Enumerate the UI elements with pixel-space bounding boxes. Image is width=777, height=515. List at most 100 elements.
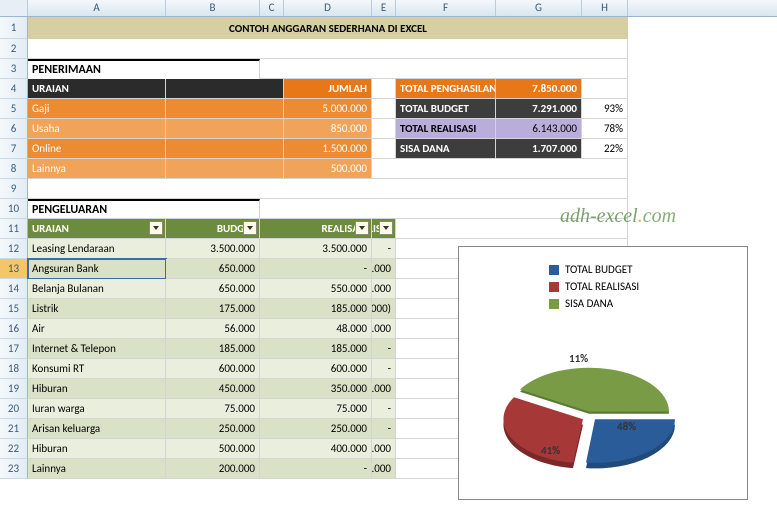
table-row-budget[interactable]: 185.000 (166, 339, 260, 359)
total-realisasi-value[interactable]: 6.143.000 (496, 119, 582, 139)
row-18[interactable]: 18 (0, 359, 28, 379)
row-6[interactable]: 6 (0, 119, 28, 139)
row-1[interactable]: 1 (0, 17, 28, 39)
table-row-selisih[interactable]: - (372, 359, 396, 379)
table-row-budget[interactable]: 75.000 (166, 399, 260, 419)
table-row-uraian[interactable]: Hiburan (28, 379, 166, 399)
table-row-selisih[interactable]: 100.000 (372, 379, 396, 399)
gaji-label[interactable]: Gaji (28, 99, 166, 119)
table-row-uraian[interactable]: Konsumi RT (28, 359, 166, 379)
table-row-realisasi[interactable]: 600.000 (260, 359, 372, 379)
row-23[interactable]: 23 (0, 459, 28, 479)
row-15[interactable]: 15 (0, 299, 28, 319)
row-8[interactable]: 8 (0, 159, 28, 179)
row-10[interactable]: 10 (0, 199, 28, 219)
col-E[interactable]: E (372, 0, 396, 16)
table-row-selisih[interactable]: 8.000 (372, 319, 396, 339)
table-row-realisasi[interactable]: 400.000 (260, 439, 372, 459)
col-G[interactable]: G (496, 0, 582, 16)
table-row-selisih[interactable]: - (372, 339, 396, 359)
table-row-uraian[interactable]: Arisan keluarga (28, 419, 166, 439)
table-row-budget[interactable]: 600.000 (166, 359, 260, 379)
lainnya-label[interactable]: Lainnya (28, 159, 166, 179)
total-penghasilan-label[interactable]: TOTAL PENGHASILAN (396, 79, 496, 99)
row-22[interactable]: 22 (0, 439, 28, 459)
table-row-budget[interactable]: 450.000 (166, 379, 260, 399)
table-row-uraian[interactable]: Internet & Telepon (28, 339, 166, 359)
total-realisasi-label[interactable]: TOTAL REALISASI (396, 119, 496, 139)
row-2[interactable]: 2 (0, 39, 28, 59)
table-row-budget[interactable]: 650.000 (166, 279, 260, 299)
table-row-selisih[interactable]: 200.000 (372, 459, 396, 479)
row-3[interactable]: 3 (0, 59, 28, 79)
table-row-realisasi[interactable]: 48.000 (260, 319, 372, 339)
table-row-uraian[interactable]: Belanja Bulanan (28, 279, 166, 299)
total-budget-label[interactable]: TOTAL BUDGET (396, 99, 496, 119)
row-5[interactable]: 5 (0, 99, 28, 119)
table-row-realisasi[interactable]: 185.000 (260, 299, 372, 319)
row-21[interactable]: 21 (0, 419, 28, 439)
filter-icon[interactable] (149, 221, 163, 235)
row-9[interactable]: 9 (0, 179, 28, 199)
filter-icon[interactable] (243, 221, 257, 235)
col-C[interactable]: C (260, 0, 284, 16)
table-row-realisasi[interactable]: 185.000 (260, 339, 372, 359)
online-label[interactable]: Online (28, 139, 166, 159)
row-14[interactable]: 14 (0, 279, 28, 299)
filter-icon[interactable] (379, 221, 393, 235)
pengeluaran-heading[interactable]: PENGELUARAN (28, 199, 260, 219)
row-4[interactable]: 4 (0, 79, 28, 99)
row-19[interactable]: 19 (0, 379, 28, 399)
sisa-dana-label[interactable]: SISA DANA (396, 139, 496, 159)
row-11[interactable]: 11 (0, 219, 28, 239)
row-20[interactable]: 20 (0, 399, 28, 419)
total-realisasi-pct[interactable]: 78% (582, 119, 628, 139)
col-H[interactable]: H (582, 0, 628, 16)
col-D[interactable]: D (284, 0, 372, 16)
row-13[interactable]: 13 (0, 259, 28, 279)
table-row-budget[interactable]: 3.500.000 (166, 239, 260, 259)
col-A[interactable]: A (28, 0, 166, 16)
hdr-budget[interactable]: BUDGET (166, 219, 260, 239)
table-row-uraian[interactable]: Listrik (28, 299, 166, 319)
table-row-realisasi[interactable]: - (260, 459, 372, 479)
table-row-selisih[interactable]: - (372, 399, 396, 419)
total-penghasilan-value[interactable]: 7.850.000 (496, 79, 582, 99)
row-12[interactable]: 12 (0, 239, 28, 259)
usaha-value[interactable]: 850.000 (284, 119, 372, 139)
sisa-dana-value[interactable]: 1.707.000 (496, 139, 582, 159)
table-row-realisasi[interactable]: 350.000 (260, 379, 372, 399)
sisa-dana-pct[interactable]: 22% (582, 139, 628, 159)
table-row-uraian[interactable]: Iuran warga (28, 399, 166, 419)
table-row-selisih[interactable]: 100.000 (372, 279, 396, 299)
sheet-title[interactable]: CONTOH ANGGARAN SEDERHANA DI EXCEL (28, 17, 628, 39)
table-row-budget[interactable]: 250.000 (166, 419, 260, 439)
lainnya-value[interactable]: 500.000 (284, 159, 372, 179)
select-all-corner[interactable] (0, 0, 28, 16)
uraian-header[interactable]: URAIAN (28, 79, 166, 99)
table-row-uraian[interactable]: Angsuran Bank (28, 259, 166, 279)
col-B[interactable]: B (166, 0, 260, 16)
col-F[interactable]: F (396, 0, 496, 16)
table-row-selisih[interactable]: - (372, 419, 396, 439)
table-row-budget[interactable]: 500.000 (166, 439, 260, 459)
row-17[interactable]: 17 (0, 339, 28, 359)
table-row-uraian[interactable]: Air (28, 319, 166, 339)
table-row-realisasi[interactable]: - (260, 259, 372, 279)
hdr-uraian[interactable]: URAIAN (28, 219, 166, 239)
table-row-uraian[interactable]: Leasing Lendaraan (28, 239, 166, 259)
gaji-value[interactable]: 5.000.000 (284, 99, 372, 119)
row-16[interactable]: 16 (0, 319, 28, 339)
total-budget-pct[interactable]: 93% (582, 99, 628, 119)
penerimaan-heading[interactable]: PENERIMAAN (28, 59, 260, 79)
table-row-selisih[interactable]: - (372, 239, 396, 259)
table-row-budget[interactable]: 175.000 (166, 299, 260, 319)
table-row-budget[interactable]: 200.000 (166, 459, 260, 479)
online-value[interactable]: 1.500.000 (284, 139, 372, 159)
table-row-realisasi[interactable]: 3.500.000 (260, 239, 372, 259)
usaha-label[interactable]: Usaha (28, 119, 166, 139)
hdr-realisasi[interactable]: REALISASI (260, 219, 372, 239)
table-row-budget[interactable]: 650.000 (166, 259, 260, 279)
table-row-realisasi[interactable]: 75.000 (260, 399, 372, 419)
table-row-realisasi[interactable]: 250.000 (260, 419, 372, 439)
